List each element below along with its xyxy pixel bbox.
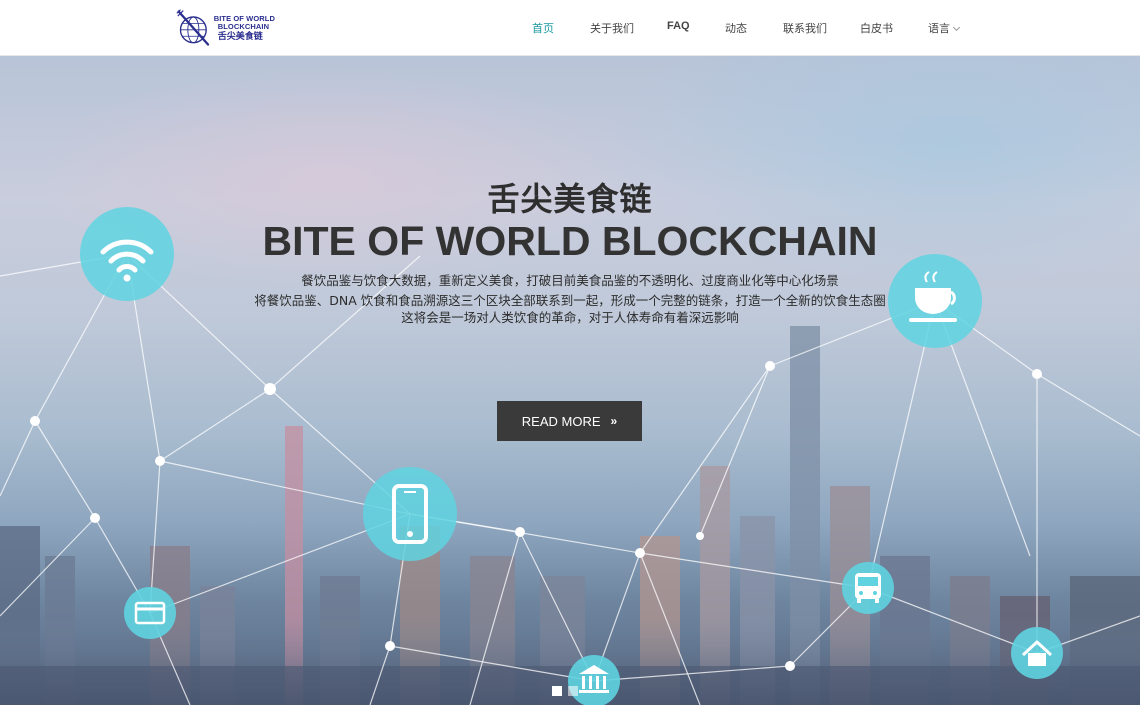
main-nav: 首页 关于我们 FAQ 动态 联系我们 白皮书 语言: [0, 0, 1140, 56]
nav-item-contact[interactable]: 联系我们: [783, 20, 827, 36]
hero-description-line1: 餐饮品鉴与饮食大数据，重新定义美食，打破目前美食品鉴的不透明化、过度商业化等中心…: [301, 273, 839, 288]
nav-item-faq[interactable]: FAQ: [667, 20, 690, 32]
slider-pagination: [552, 686, 578, 696]
nav-item-about[interactable]: 关于我们: [590, 20, 634, 36]
credit-card-icon: [124, 587, 176, 639]
read-more-button[interactable]: READ MORE »: [497, 401, 642, 441]
home-icon: [1011, 627, 1063, 679]
site-header: BITE OF WORLD BLOCKCHAIN 舌尖美食链 首页 关于我们 F…: [0, 0, 1140, 56]
bank-icon: [568, 655, 620, 705]
nav-item-whitepaper[interactable]: 白皮书: [860, 20, 893, 36]
smartphone-icon: [363, 467, 457, 561]
slide-dot-2[interactable]: [568, 686, 578, 696]
double-chevron-right-icon: »: [610, 414, 618, 428]
bus-icon: [842, 562, 894, 614]
language-label: 语言: [928, 22, 950, 35]
hero-title-en: BITE OF WORLD BLOCKCHAIN: [262, 218, 878, 264]
slide-dot-1[interactable]: [552, 686, 562, 696]
nav-item-news[interactable]: 动态: [725, 20, 747, 36]
hero-background: [0, 207, 1140, 705]
nav-item-home[interactable]: 首页: [532, 20, 554, 36]
read-more-label: READ MORE: [521, 413, 601, 429]
hero-description-line3: 这将会是一场对人类饮食的革命，对于人体寿命有着深远影响: [401, 310, 739, 325]
city-skyline: [0, 326, 1140, 705]
hero-title-cn: 舌尖美食链: [487, 180, 653, 218]
chevron-down-icon: [952, 23, 961, 32]
hero-banner: 舌尖美食链 BITE OF WORLD BLOCKCHAIN 餐饮品鉴与饮食大数…: [0, 56, 1140, 705]
nav-item-language[interactable]: 语言: [928, 20, 961, 36]
